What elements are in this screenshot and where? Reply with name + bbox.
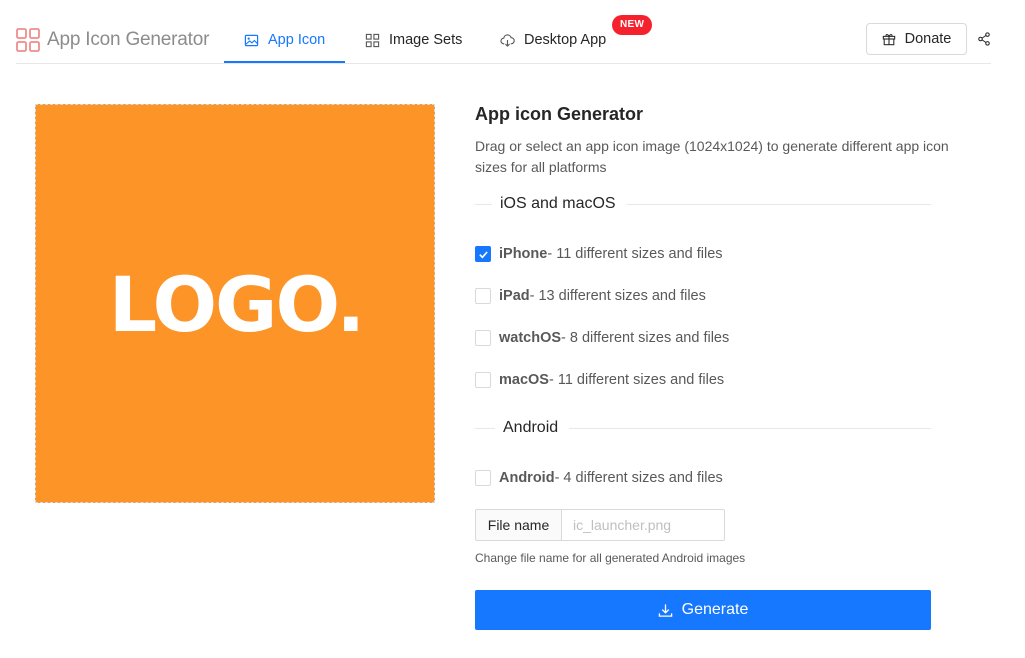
section-title: iOS and macOS [500, 195, 616, 212]
donate-label: Donate [904, 31, 952, 47]
panel-title: App icon Generator [475, 104, 644, 124]
filename-input[interactable] [561, 509, 725, 541]
tab-app-icon[interactable]: App Icon [244, 28, 325, 52]
top-navbar: App Icon Generator App Icon Image Sets D… [0, 0, 1025, 64]
appstore-icon [365, 33, 380, 47]
option-detail: - 4 different sizes and files [554, 470, 723, 486]
ipad-checkbox[interactable] [475, 288, 491, 304]
panel-description: Drag or select an app icon image (1024x1… [475, 138, 949, 175]
brand-title: App Icon Generator [47, 29, 210, 50]
grid-logo-icon [16, 28, 40, 52]
tab-desktop-app[interactable]: Desktop App [500, 28, 606, 52]
tab-label: App Icon [268, 32, 326, 48]
gift-icon [882, 34, 895, 46]
image-dropzone[interactable]: LOGO. [35, 104, 435, 503]
picture-icon [244, 34, 259, 46]
divider [626, 203, 931, 205]
tab-label: Desktop App [524, 32, 607, 48]
section-title: Android [503, 419, 559, 436]
option-android[interactable]: Android - 4 different sizes and files [475, 468, 723, 488]
option-name: macOS [499, 372, 549, 388]
option-detail: - 13 different sizes and files [529, 288, 706, 304]
iphone-checkbox[interactable] [475, 246, 491, 262]
filename-addon-label: File name [475, 509, 561, 541]
logo-preview-text: LOGO. [108, 260, 366, 349]
option-detail: - 8 different sizes and files [561, 330, 730, 346]
option-name: watchOS [499, 330, 562, 346]
check-icon [478, 250, 488, 258]
download-icon [658, 603, 672, 617]
generate-button[interactable]: Generate [475, 590, 931, 630]
option-name: iPad [499, 288, 530, 304]
divider [569, 427, 931, 429]
option-detail: - 11 different sizes and files [548, 372, 725, 388]
tab-image-sets[interactable]: Image Sets [365, 28, 462, 52]
donate-button[interactable]: Donate [866, 23, 967, 55]
divider [475, 203, 492, 205]
section-android: Android [475, 417, 931, 439]
section-ios-macos: iOS and macOS [475, 193, 931, 215]
generate-label: Generate [681, 601, 749, 618]
macos-checkbox[interactable] [475, 372, 491, 388]
option-name: iPhone [499, 246, 548, 262]
option-ipad[interactable]: iPad - 13 different sizes and files [475, 286, 706, 306]
brand[interactable]: App Icon Generator [16, 28, 209, 52]
filename-input-group: File name [475, 509, 725, 541]
cloud-download-icon [500, 33, 515, 47]
option-watchos[interactable]: watchOS - 8 different sizes and files [475, 328, 729, 348]
share-icon[interactable] [977, 32, 991, 46]
filename-help-text: Change file name for all generated Andro… [475, 551, 746, 565]
divider [475, 427, 495, 429]
tab-label: Image Sets [389, 32, 463, 48]
header-divider [16, 63, 991, 64]
new-badge: NEW [612, 15, 653, 35]
option-name: Android [499, 470, 555, 486]
option-iphone[interactable]: iPhone - 11 different sizes and files [475, 244, 723, 264]
android-checkbox[interactable] [475, 470, 491, 486]
option-macos[interactable]: macOS - 11 different sizes and files [475, 370, 724, 390]
watchos-checkbox[interactable] [475, 330, 491, 346]
option-detail: - 11 different sizes and files [547, 246, 723, 262]
